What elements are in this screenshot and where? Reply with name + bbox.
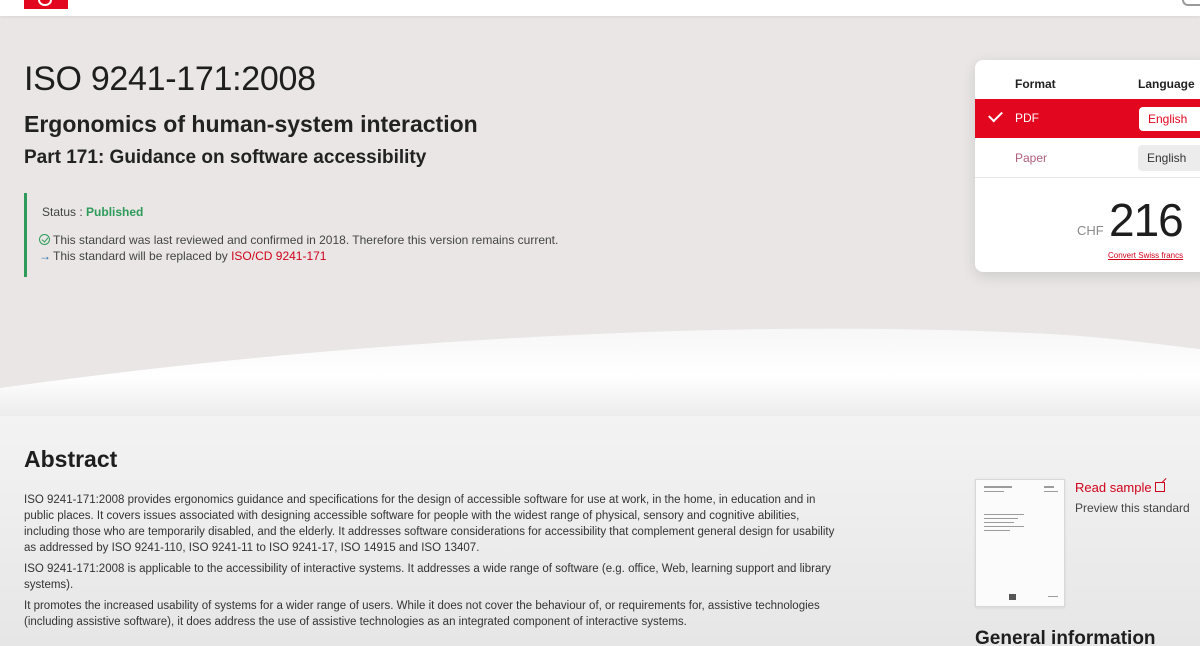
convert-currency-link[interactable]: Convert Swiss francs <box>1108 251 1183 260</box>
format-header: Format <box>1015 77 1056 91</box>
format-option-paper[interactable]: Paper English <box>975 138 1200 178</box>
iso-logo[interactable] <box>24 0 68 9</box>
preview-caption: Preview this standard <box>1075 501 1190 515</box>
abstract-paragraph: ISO 9241-171:2008 provides ergonomics gu… <box>24 494 835 554</box>
purchase-card: Format Language PDF English Paper Englis… <box>975 60 1200 272</box>
page: ISO 9241-171:2008 Ergonomics of human-sy… <box>0 0 1200 646</box>
replacement-link[interactable]: ISO/CD 9241-171 <box>231 249 326 263</box>
external-link-icon <box>1154 482 1165 492</box>
status-label: Status : <box>42 205 87 219</box>
iso-mark-icon <box>1009 594 1016 600</box>
abstract-paragraph: It promotes the increased usability of s… <box>24 600 820 628</box>
status-box: Status : Published This standard was las… <box>24 193 624 277</box>
checkmark-icon <box>988 107 1003 123</box>
language-button-paper[interactable]: English <box>1138 145 1200 171</box>
abstract-heading: Abstract <box>24 446 118 472</box>
replacement-text: This standard will be replaced by <box>53 249 232 263</box>
review-note: This standard was last reviewed and conf… <box>39 233 558 247</box>
format-label-pdf: PDF <box>1015 111 1039 125</box>
price-currency: CHF <box>1077 223 1104 238</box>
standard-part-title: Part 171: Guidance on software accessibi… <box>24 147 427 168</box>
general-information-heading: General information <box>975 628 1156 646</box>
language-header: Language <box>1138 77 1195 91</box>
status-line: Status : Published <box>42 205 143 219</box>
format-option-pdf[interactable]: PDF English <box>975 99 1200 138</box>
abstract-body: ISO 9241-171:2008 provides ergonomics gu… <box>24 492 839 635</box>
price-amount: 216 <box>1109 194 1184 246</box>
divider <box>975 177 1200 178</box>
top-navigation-bar <box>0 0 1200 16</box>
standard-code: ISO 9241-171:2008 <box>24 60 316 98</box>
logo-mark-icon <box>38 0 52 6</box>
sample-thumbnail[interactable] <box>975 479 1065 607</box>
standard-title: Ergonomics of human-system interaction <box>24 111 478 137</box>
check-circle-icon <box>39 234 50 245</box>
arrow-right-icon: → <box>39 249 51 263</box>
read-sample-label: Read sample <box>1075 480 1152 495</box>
abstract-paragraph: ISO 9241-171:2008 is applicable to the a… <box>24 563 831 591</box>
menu-icon[interactable] <box>1182 0 1200 6</box>
status-badge: Published <box>86 205 144 219</box>
language-button-pdf[interactable]: English <box>1139 107 1200 131</box>
review-text: This standard was last reviewed and conf… <box>53 233 559 247</box>
replacement-note: → This standard will be replaced by ISO/C… <box>39 249 326 263</box>
format-label-paper: Paper <box>1015 151 1048 165</box>
read-sample-link[interactable]: Read sample <box>1075 480 1165 495</box>
